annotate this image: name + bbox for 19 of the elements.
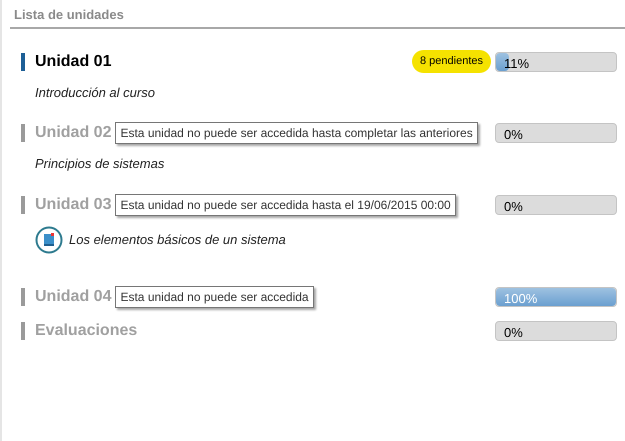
progress-reading: 0% <box>504 198 523 214</box>
unit-description: Principios de sistemas <box>35 155 166 173</box>
unit-title[interactable]: Unidad 04 <box>35 284 112 308</box>
book-icon <box>35 226 63 254</box>
progress-reading: 11% <box>504 54 530 70</box>
tooltip: Esta unidad no puede ser accedida <box>115 286 314 308</box>
list-title: Lista de unidades <box>13 6 125 24</box>
unit-title[interactable]: Unidad 02 <box>35 121 112 145</box>
progress-reading: 0% <box>504 126 523 142</box>
unit-description: Introducción al curso <box>35 84 156 102</box>
tooltip: Esta unidad no puede ser accedida hasta completar las anteriores <box>115 122 478 144</box>
pending-badge: 8 pendientes <box>412 50 491 73</box>
unit-title[interactable]: Evaluaciones <box>35 318 138 342</box>
tooltip: Esta unidad no puede ser accedida hasta el 19/06/2015 00:00 <box>115 194 456 216</box>
unit-title[interactable]: Unidad 03 <box>35 192 112 216</box>
unit-title[interactable]: Unidad 01 <box>35 50 112 74</box>
lesson-link[interactable]: Los elementos básicos de un sistema <box>69 230 286 250</box>
progress-reading: 0% <box>504 324 523 340</box>
progress-reading: 100% <box>504 290 538 306</box>
